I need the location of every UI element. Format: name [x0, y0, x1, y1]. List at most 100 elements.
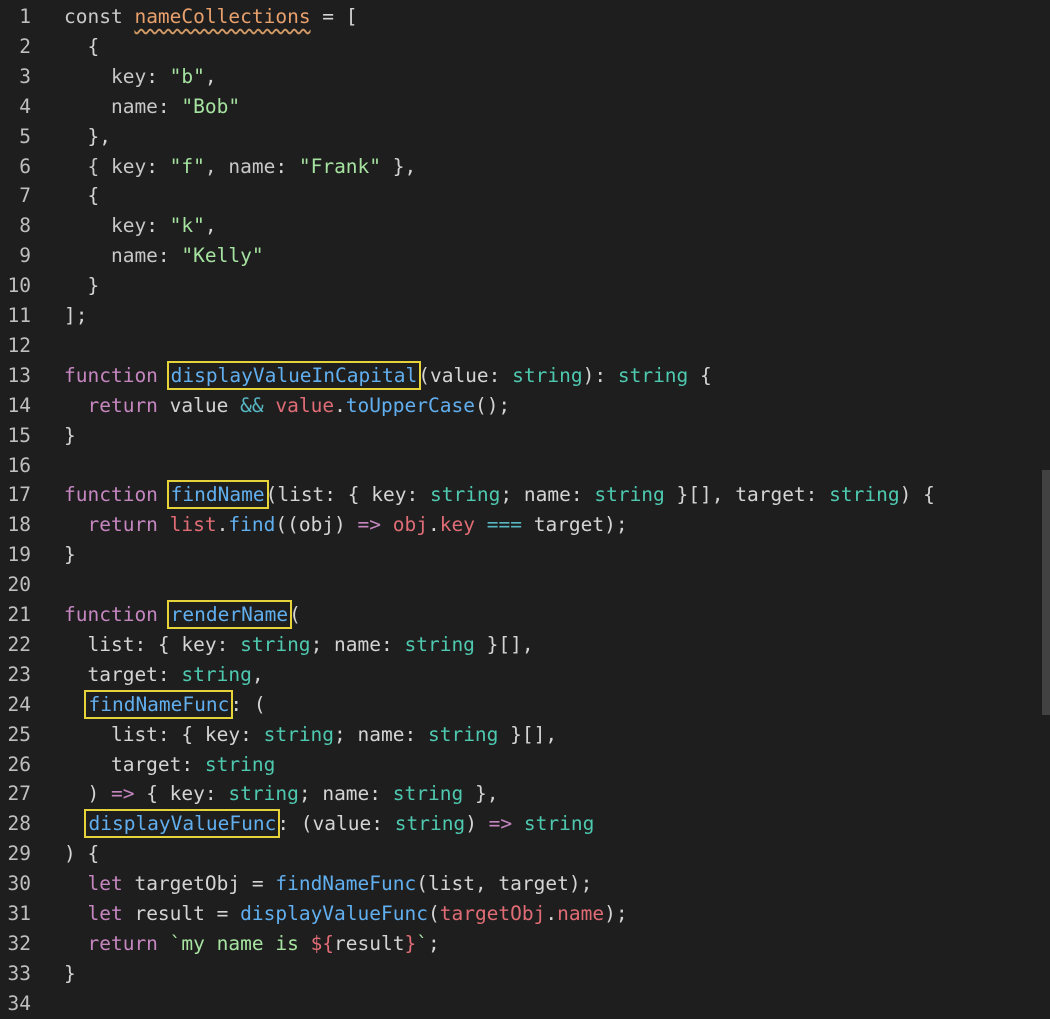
- code-token: .: [428, 513, 440, 537]
- code-token: list: { key:: [64, 722, 264, 746]
- code-token: .: [216, 513, 229, 537]
- code-text: name: "Bob": [64, 92, 240, 122]
- line-number: 28: [7, 812, 31, 836]
- code-token: nameCollections: [134, 5, 311, 28]
- code-token: string: [829, 483, 900, 507]
- code-line[interactable]: 23 target: string,: [0, 660, 1042, 690]
- line-number: 14: [7, 393, 31, 417]
- code-token: {: [688, 363, 712, 387]
- code-token: "k": [169, 214, 205, 238]
- line-number: 17: [7, 483, 31, 507]
- code-token: .: [545, 902, 558, 925]
- code-token: name: [64, 244, 158, 268]
- code-token: let: [64, 902, 135, 925]
- code-token: value: [275, 393, 335, 417]
- code-text: {: [64, 181, 99, 211]
- code-token: }[], target:: [664, 483, 830, 507]
- code-line[interactable]: 12: [0, 331, 1042, 361]
- code-token: targetObj: [439, 902, 546, 925]
- code-token: let: [64, 872, 135, 896]
- line-number: 8: [19, 214, 31, 238]
- code-line[interactable]: 16: [0, 451, 1042, 481]
- code-token: name: [557, 902, 605, 925]
- code-token: displayValueFunc: [240, 902, 428, 925]
- highlighted-identifier: renderName: [166, 600, 293, 629]
- code-line[interactable]: 13 function displayValueInCapital(value: …: [0, 360, 1042, 391]
- line-number: 22: [7, 632, 31, 656]
- code-token: return: [64, 393, 170, 417]
- line-number: 16: [7, 453, 31, 477]
- code-token: string: [427, 722, 499, 746]
- code-line[interactable]: 4 name: "Bob": [0, 92, 1042, 122]
- code-token: key: [64, 64, 147, 88]
- code-token: ; name:: [298, 782, 393, 806]
- code-line[interactable]: 31 let result = displayValueFunc(targetO…: [0, 899, 1042, 929]
- code-line[interactable]: 8 key: "k",: [0, 211, 1042, 241]
- code-line[interactable]: 5 },: [0, 122, 1042, 152]
- code-line[interactable]: 7 {: [0, 181, 1042, 211]
- vertical-scrollbar[interactable]: [1042, 470, 1050, 715]
- line-number: 9: [19, 244, 31, 268]
- code-text: {: [64, 32, 99, 62]
- code-line[interactable]: 11];: [0, 301, 1042, 331]
- code-line[interactable]: 21 function renderName(: [0, 600, 1042, 630]
- code-line[interactable]: 19}: [0, 540, 1042, 570]
- line-number: 12: [7, 333, 31, 357]
- code-line[interactable]: 22 list: { key: string; name: string }[]…: [0, 630, 1042, 660]
- code-token: `my name is: [169, 931, 311, 955]
- code-token: : (: [230, 692, 266, 716]
- code-token: string: [181, 662, 252, 686]
- line-number: 13: [7, 363, 31, 387]
- code-line[interactable]: 10 }: [0, 271, 1042, 301]
- code-line[interactable]: 9 name: "Kelly": [0, 241, 1042, 271]
- code-token: const: [64, 5, 135, 28]
- code-line[interactable]: 30 let targetObj = findNameFunc(list, ta…: [0, 869, 1042, 899]
- line-number: 30: [7, 872, 31, 896]
- code-line[interactable]: 6 { key: "f", name: "Frank" },: [0, 152, 1042, 182]
- code-token: ):: [582, 363, 618, 387]
- code-line[interactable]: 28 displayValueFunc: (value: string) => …: [0, 809, 1042, 839]
- code-line[interactable]: 1 const nameCollections = [: [0, 2, 1042, 32]
- code-line[interactable]: 32 return `my name is ${result}`;: [0, 929, 1042, 959]
- code-line[interactable]: 17 function findName(list: { key: string;…: [0, 480, 1042, 510]
- code-token: { key: [64, 154, 147, 178]
- code-token: ): [465, 812, 489, 836]
- code-token: return: [64, 513, 170, 537]
- code-token: :: [157, 94, 182, 118]
- code-token: `: [416, 931, 428, 955]
- code-token: :: [488, 363, 513, 387]
- code-line[interactable]: 29) {: [0, 839, 1042, 869]
- line-number: 20: [7, 573, 31, 597]
- code-line[interactable]: 26 target: string: [0, 750, 1042, 780]
- code-line[interactable]: 2 {: [0, 32, 1042, 62]
- code-text: key: "b",: [64, 62, 217, 92]
- code-line[interactable]: 18 return list.find((obj) => obj.key ===…: [0, 510, 1042, 540]
- code-text: target: string,: [64, 660, 263, 690]
- code-token: :: [146, 154, 170, 178]
- code-text: }: [64, 540, 76, 570]
- code-line[interactable]: 25 list: { key: string; name: string }[]…: [0, 720, 1042, 750]
- code-editor[interactable]: 1 const nameCollections = [2 {3 key: "b",…: [0, 2, 1050, 1015]
- code-text: let result = displayValueFunc(targetObj.…: [64, 899, 627, 929]
- code-token: "f": [169, 154, 205, 178]
- code-token: }: [64, 423, 76, 447]
- code-token: =>: [110, 782, 147, 806]
- code-token: (: [289, 603, 301, 626]
- code-token: &&: [240, 393, 276, 417]
- line-number: 23: [7, 662, 31, 686]
- code-text: ) => { key: string; name: string },: [64, 779, 498, 809]
- code-line[interactable]: 14 return value && value.toUpperCase();: [0, 391, 1042, 421]
- code-token: obj: [392, 513, 429, 537]
- code-text: let targetObj = findNameFunc(list, targe…: [64, 869, 592, 899]
- code-token: string: [594, 483, 665, 507]
- code-line[interactable]: 24 findNameFunc: (: [0, 689, 1042, 720]
- code-line[interactable]: 33}: [0, 959, 1042, 989]
- code-token: ; name:: [500, 483, 595, 507]
- code-line[interactable]: 20: [0, 570, 1042, 600]
- highlighted-identifier: displayValueInCapital: [166, 360, 422, 390]
- code-line[interactable]: 15}: [0, 421, 1042, 451]
- line-number: 10: [7, 274, 31, 298]
- code-line[interactable]: 27 ) => { key: string; name: string },: [0, 779, 1042, 809]
- code-line[interactable]: 3 key: "b",: [0, 62, 1042, 92]
- code-token: ((obj): [275, 513, 358, 537]
